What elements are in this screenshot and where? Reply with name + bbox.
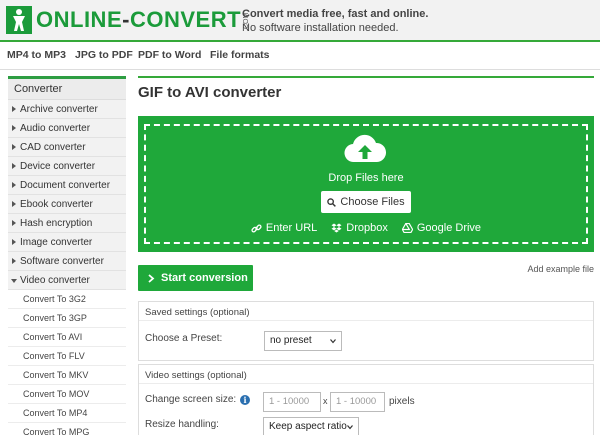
chevron-down-icon (330, 339, 336, 344)
choose-files-label: Choose Files (340, 196, 405, 208)
sidebar-item-device[interactable]: Device converter (8, 157, 126, 176)
sidebar-item-software[interactable]: Software converter (8, 252, 126, 271)
nav-jpg-to-pdf[interactable]: JPG to PDF (75, 49, 133, 61)
link-icon (251, 224, 262, 232)
sidebar-item-video[interactable]: Video converter (8, 271, 126, 290)
site-header: ONLINE-CONVERT .COM Convert media free, … (0, 0, 600, 42)
saved-settings-title: Saved settings (optional) (139, 302, 593, 321)
sidebar-subitem-flv[interactable]: Convert To FLV (8, 347, 126, 366)
screen-height-input[interactable]: 1 - 10000 (330, 392, 385, 412)
video-settings-box: Video settings (optional) Change screen … (138, 364, 594, 435)
caret-down-icon (11, 279, 17, 283)
site-logo[interactable]: ONLINE-CONVERT .COM (6, 4, 251, 36)
screen-size-label: Change screen size: (145, 394, 237, 405)
info-icon[interactable]: i (240, 395, 250, 405)
choose-files-button[interactable]: Choose Files (321, 191, 411, 213)
pixels-label: pixels (389, 396, 415, 407)
page-title: GIF to AVI converter (138, 84, 282, 101)
sidebar-item-archive[interactable]: Archive converter (8, 100, 126, 119)
google-drive-icon (401, 223, 413, 233)
file-dropzone[interactable]: Drop Files here Choose Files Enter URL D… (138, 116, 594, 252)
caret-right-icon (12, 163, 16, 169)
search-icon (327, 197, 337, 207)
caret-right-icon (12, 258, 16, 264)
drop-files-text: Drop Files here (328, 172, 404, 184)
caret-right-icon (12, 125, 16, 131)
sidebar-subitem-mov[interactable]: Convert To MOV (8, 385, 126, 404)
top-nav: MP4 to MP3 JPG to PDF PDF to Word File f… (0, 44, 600, 70)
caret-right-icon (12, 144, 16, 150)
sidebar-item-document[interactable]: Document converter (8, 176, 126, 195)
dropbox-icon (331, 223, 342, 233)
upload-sources: Enter URL Dropbox Google Drive (138, 222, 594, 234)
sidebar: Converter Archive converter Audio conver… (8, 76, 126, 435)
sidebar-subitem-3gp[interactable]: Convert To 3GP (8, 309, 126, 328)
start-conversion-button[interactable]: Start conversion (138, 265, 253, 291)
sidebar-subitem-3g2[interactable]: Convert To 3G2 (8, 290, 126, 309)
add-example-file-link[interactable]: Add example file (527, 264, 594, 274)
caret-right-icon (12, 182, 16, 188)
resize-handling-label: Resize handling: (145, 419, 219, 430)
caret-right-icon (12, 239, 16, 245)
logo-figure-icon (6, 6, 32, 34)
chevron-down-icon (347, 425, 353, 430)
tagline-line-2: No software installation needed. (242, 22, 399, 34)
screen-width-input[interactable]: 1 - 10000 (263, 392, 321, 412)
nav-pdf-to-word[interactable]: PDF to Word (138, 49, 201, 61)
google-drive-link[interactable]: Google Drive (401, 222, 481, 234)
tagline-line-1: Convert media free, fast and online. (242, 8, 429, 20)
main-top-rule (138, 76, 594, 78)
dropbox-link[interactable]: Dropbox (331, 222, 388, 234)
sidebar-subitem-mpg[interactable]: Convert To MPG (8, 423, 126, 435)
chevron-right-icon (148, 273, 155, 283)
preset-select[interactable]: no preset (264, 331, 342, 351)
nav-file-formats[interactable]: File formats (210, 49, 270, 61)
sidebar-item-audio[interactable]: Audio converter (8, 119, 126, 138)
preset-label: Choose a Preset: (145, 333, 223, 344)
sidebar-item-hash[interactable]: Hash encryption (8, 214, 126, 233)
tagline: Convert media free, fast and online. No … (242, 7, 428, 35)
dimension-x-label: x (323, 396, 328, 406)
sidebar-title: Converter (8, 79, 126, 100)
video-settings-title: Video settings (optional) (139, 365, 593, 384)
enter-url-link[interactable]: Enter URL (251, 222, 317, 234)
cloud-upload-icon (344, 134, 386, 163)
caret-right-icon (12, 220, 16, 226)
sidebar-subitem-mp4[interactable]: Convert To MP4 (8, 404, 126, 423)
sidebar-item-image[interactable]: Image converter (8, 233, 126, 252)
saved-settings-box: Saved settings (optional) Choose a Prese… (138, 301, 594, 361)
sidebar-subitem-avi[interactable]: Convert To AVI (8, 328, 126, 347)
sidebar-item-cad[interactable]: CAD converter (8, 138, 126, 157)
nav-mp4-to-mp3[interactable]: MP4 to MP3 (7, 49, 66, 61)
caret-right-icon (12, 106, 16, 112)
sidebar-item-ebook[interactable]: Ebook converter (8, 195, 126, 214)
sidebar-subitem-mkv[interactable]: Convert To MKV (8, 366, 126, 385)
logo-text: ONLINE-CONVERT (36, 7, 242, 32)
caret-right-icon (12, 201, 16, 207)
resize-handling-select[interactable]: Keep aspect ratio (263, 417, 359, 435)
